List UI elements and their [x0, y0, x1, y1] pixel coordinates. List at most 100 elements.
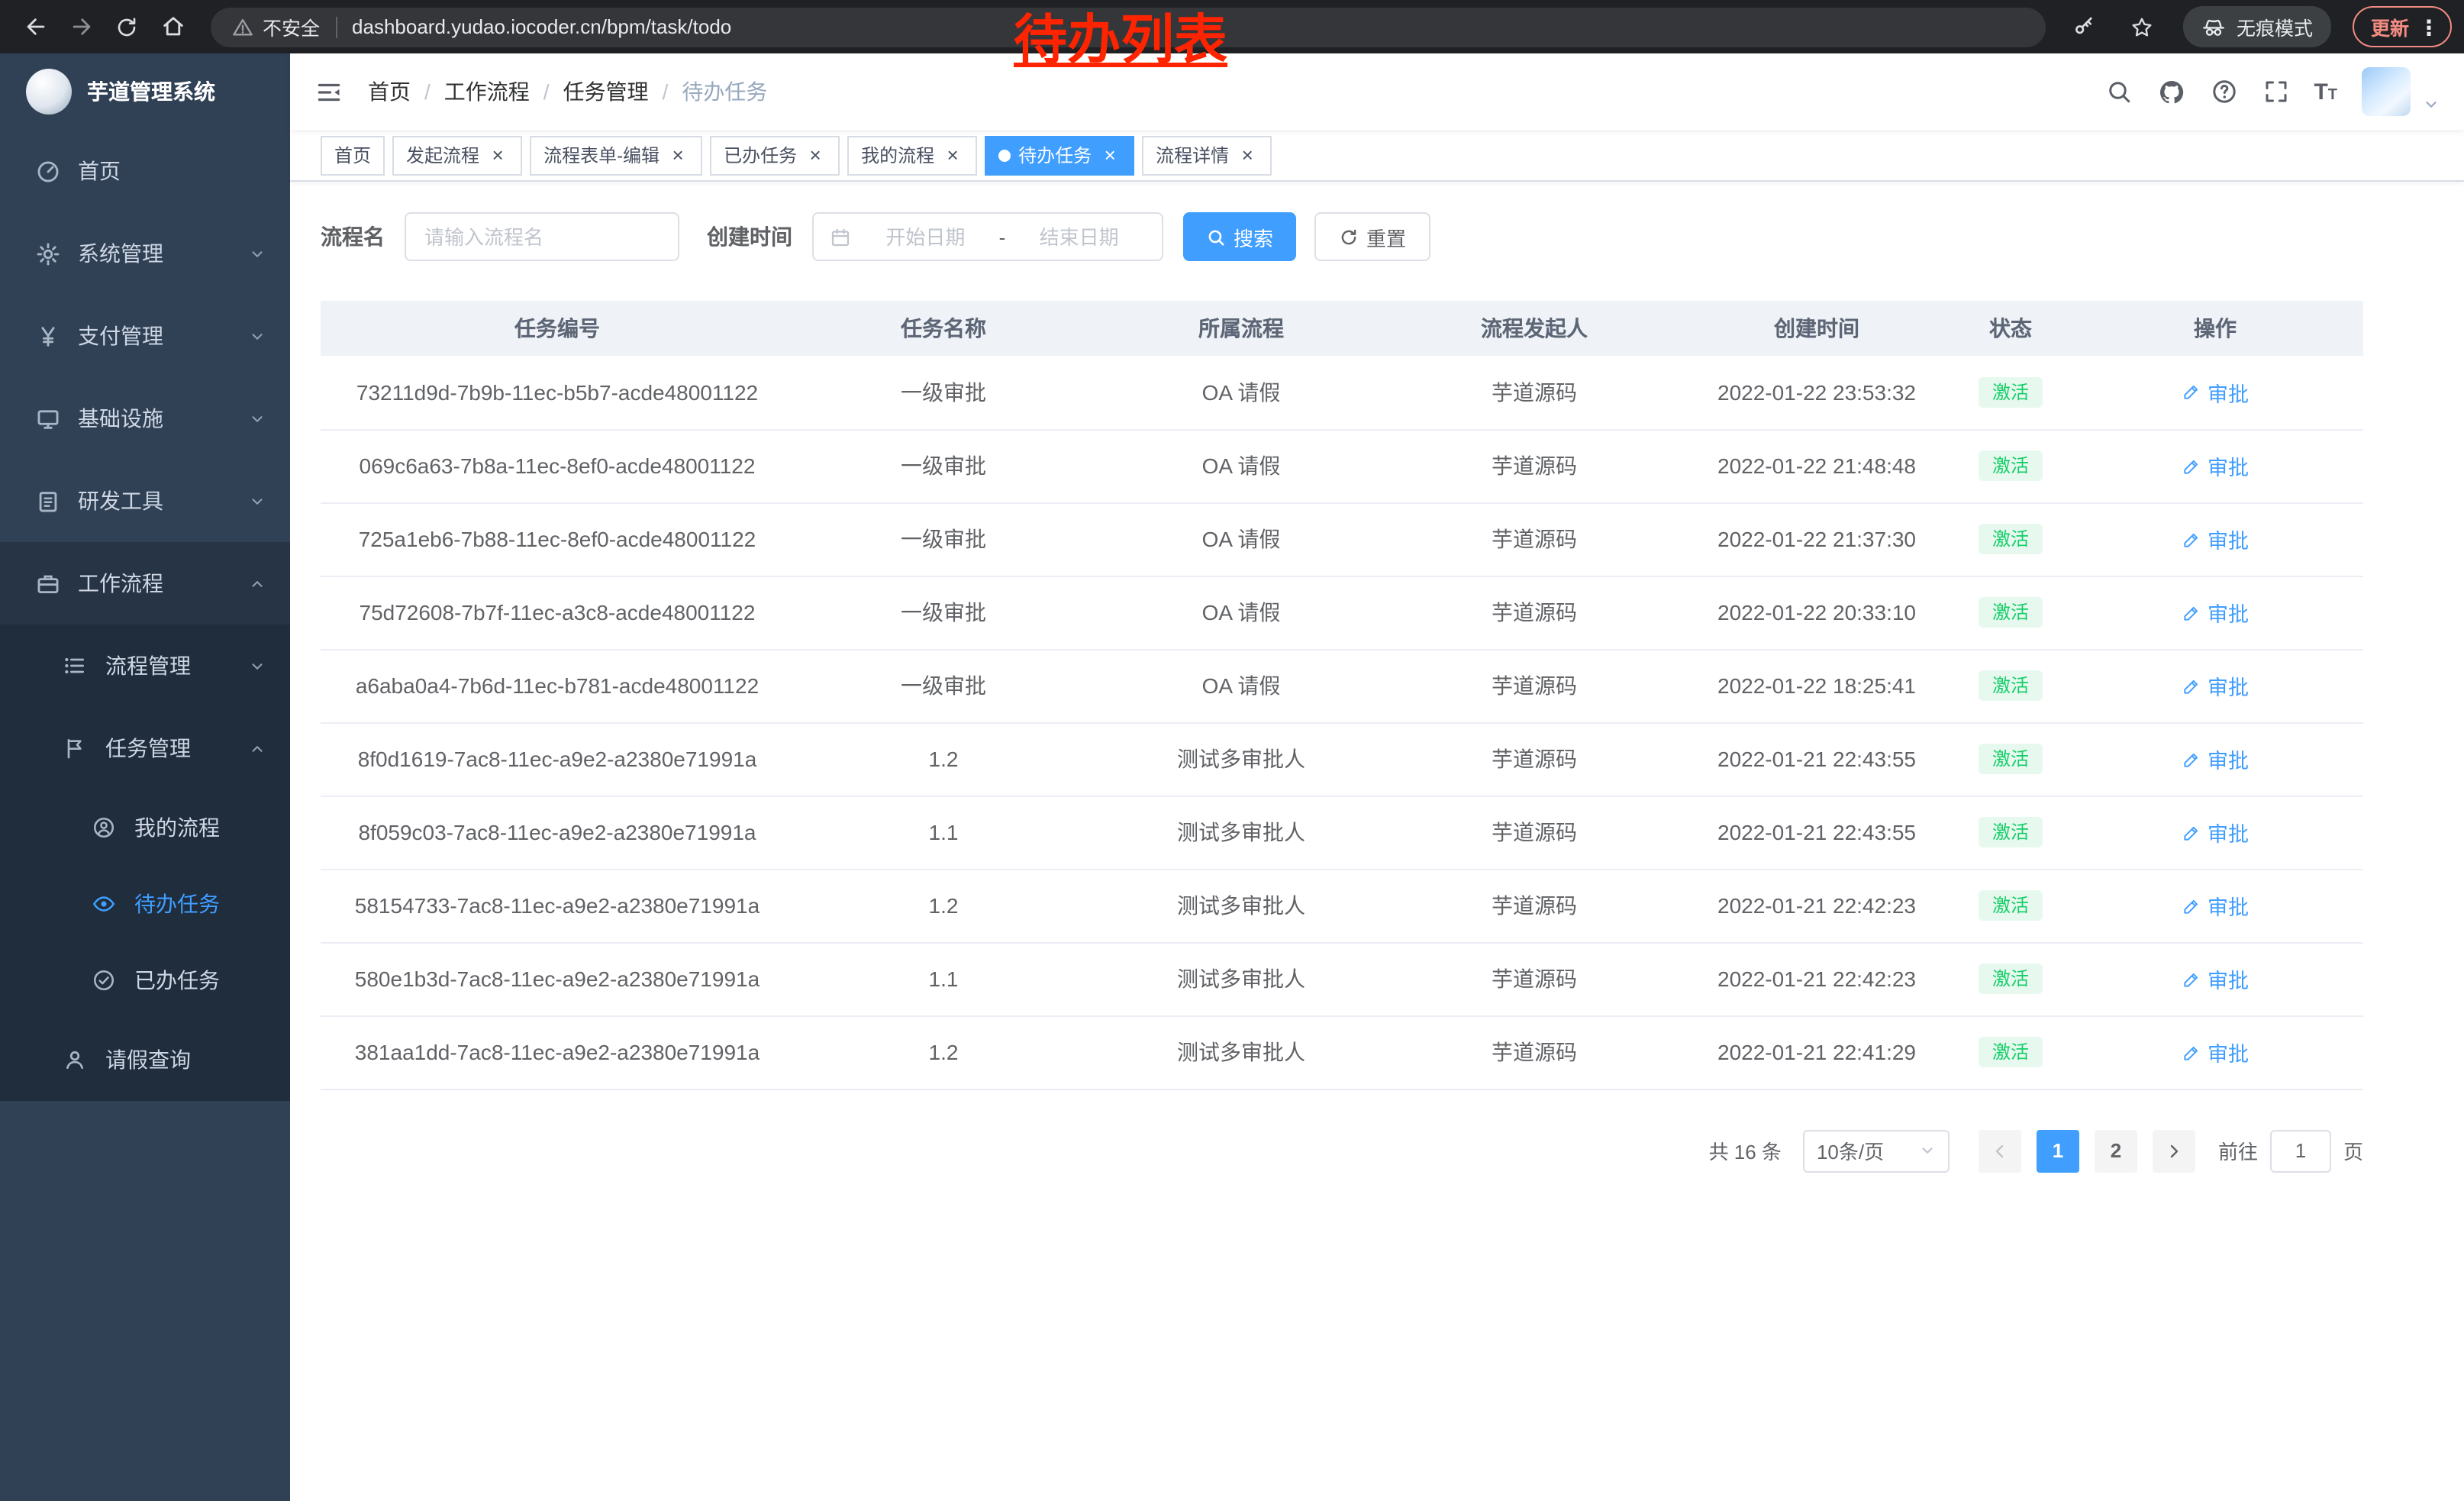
prev-page-button[interactable]	[1979, 1129, 2021, 1172]
cell-initiator: 芋道源码	[1389, 502, 1679, 576]
github-icon[interactable]	[2156, 77, 2185, 106]
page-size-select[interactable]: 10条/页	[1803, 1129, 1950, 1172]
sidebar-item-home[interactable]: 首页	[0, 130, 290, 212]
cell-created-time: 2022-01-22 21:37:30	[1679, 502, 1954, 576]
close-icon[interactable]: ×	[487, 144, 508, 166]
sidebar-item-leave-query[interactable]: 请假查询	[0, 1018, 290, 1101]
dashboard-icon	[31, 158, 64, 184]
page-buttons: 12	[2029, 1129, 2145, 1172]
create-time-range-picker[interactable]: -	[812, 212, 1163, 261]
tab-home[interactable]: 首页	[321, 135, 385, 175]
search-button[interactable]: 搜索	[1183, 212, 1296, 261]
calendar-icon	[829, 225, 852, 248]
cell-process: 测试多审批人	[1093, 796, 1389, 869]
sidebar-item-devtools[interactable]: 研发工具	[0, 460, 290, 542]
font-size-icon[interactable]: TT	[2314, 80, 2337, 103]
status-badge: 激活	[1979, 670, 2043, 701]
table-header-row: 任务编号任务名称所属流程流程发起人创建时间状态操作	[321, 301, 2363, 356]
approve-link[interactable]: 审批	[2182, 744, 2249, 774]
approve-link[interactable]: 审批	[2182, 890, 2249, 921]
approve-link[interactable]: 审批	[2182, 450, 2249, 481]
close-icon[interactable]: ×	[942, 144, 963, 166]
tab-todo-tasks[interactable]: 待办任务×	[985, 135, 1134, 175]
approve-link[interactable]: 审批	[2182, 597, 2249, 628]
chevron-down-icon	[249, 657, 266, 674]
next-page-button[interactable]	[2153, 1129, 2195, 1172]
bookmark-star-icon[interactable]	[2119, 4, 2165, 50]
goto-page-input[interactable]	[2270, 1129, 2331, 1172]
column-header: 所属流程	[1093, 301, 1389, 356]
cell-task-id: 73211d9d-7b9b-11ec-b5b7-acde48001122	[321, 356, 794, 429]
tab-my-process[interactable]: 我的流程×	[847, 135, 977, 175]
tags-view: 首页发起流程×流程表单-编辑×已办任务×我的流程×待办任务×流程详情×	[290, 130, 2464, 182]
sidebar-item-done-tasks[interactable]: 已办任务	[0, 942, 290, 1018]
approve-link[interactable]: 审批	[2182, 817, 2249, 847]
sidebar-item-task-management[interactable]: 任务管理	[0, 707, 290, 789]
close-icon[interactable]: ×	[1237, 144, 1258, 166]
sidebar-toggle-icon[interactable]	[314, 77, 343, 106]
close-icon[interactable]: ×	[1099, 144, 1121, 166]
approve-link[interactable]: 审批	[2182, 670, 2249, 701]
approve-link[interactable]: 审批	[2182, 524, 2249, 554]
cell-task-name: 1.2	[794, 869, 1093, 942]
sidebar-item-label: 任务管理	[105, 733, 191, 763]
close-icon[interactable]: ×	[805, 144, 826, 166]
page-button-1[interactable]: 1	[2037, 1129, 2079, 1172]
tab-start-process[interactable]: 发起流程 ×	[392, 135, 522, 175]
sidebar-item-system[interactable]: 系统管理	[0, 212, 290, 295]
sidebar-item-workflow[interactable]: 工作流程	[0, 542, 290, 625]
tab-label: 发起流程	[406, 142, 479, 168]
tab-done-tasks[interactable]: 已办任务×	[710, 135, 840, 175]
chevron-down-icon	[249, 492, 266, 509]
process-name-input[interactable]	[405, 212, 679, 261]
tab-process-detail[interactable]: 流程详情×	[1142, 135, 1272, 175]
page-button-2[interactable]: 2	[2095, 1129, 2137, 1172]
breadcrumb-item-workflow[interactable]: 工作流程	[444, 76, 530, 107]
breadcrumb-item-home[interactable]: 首页	[368, 76, 411, 107]
active-tab-dot	[998, 149, 1011, 161]
pen-icon	[2182, 383, 2201, 402]
chevron-down-icon	[249, 328, 266, 344]
search-icon[interactable]	[2104, 78, 2132, 105]
sidebar-item-label: 待办任务	[134, 889, 220, 919]
table-body: 73211d9d-7b9b-11ec-b5b7-acde48001122一级审批…	[321, 356, 2363, 1089]
cell-task-name: 一级审批	[794, 576, 1093, 649]
tab-form-edit[interactable]: 流程表单-编辑×	[530, 135, 702, 175]
cell-initiator: 芋道源码	[1389, 649, 1679, 722]
sidebar-item-my-process[interactable]: 我的流程	[0, 789, 290, 866]
home-button[interactable]	[150, 4, 195, 50]
avatar[interactable]	[2362, 67, 2411, 116]
end-date-input[interactable]	[1011, 225, 1147, 248]
sidebar-item-todo-tasks[interactable]: 待办任务	[0, 866, 290, 942]
reset-button[interactable]: 重置	[1314, 212, 1430, 261]
app-logo: 芋道管理系统	[0, 53, 290, 130]
back-button[interactable]	[12, 4, 58, 50]
chevron-down-icon	[1919, 1142, 1936, 1159]
help-icon[interactable]	[2210, 78, 2237, 105]
update-button[interactable]: 更新 ⋮	[2353, 6, 2452, 47]
avatar-caret-icon[interactable]	[2423, 95, 2440, 112]
forward-button[interactable]	[58, 4, 104, 50]
navbar: 首页/ 工作流程/ 任务管理/ 待办任务 TT	[290, 53, 2464, 130]
breadcrumb-item-task-management[interactable]: 任务管理	[563, 76, 649, 107]
password-key-icon[interactable]	[2061, 4, 2107, 50]
kebab-menu-icon[interactable]: ⋮	[2418, 16, 2440, 37]
security-label: 不安全	[263, 12, 320, 41]
sidebar-item-payment[interactable]: 支付管理	[0, 295, 290, 377]
refresh-button[interactable]	[104, 4, 150, 50]
close-icon[interactable]: ×	[667, 144, 689, 166]
table-row: 8f059c03-7ac8-11ec-a9e2-a2380e71991a1.1测…	[321, 796, 2363, 869]
approve-link[interactable]: 审批	[2182, 1037, 2249, 1067]
cell-task-name: 一级审批	[794, 356, 1093, 429]
cell-status: 激活	[1954, 649, 2067, 722]
sidebar-item-infrastructure[interactable]: 基础设施	[0, 377, 290, 460]
cell-action: 审批	[2067, 649, 2363, 722]
start-date-input[interactable]	[858, 225, 993, 248]
sidebar-item-process-management[interactable]: 流程管理	[0, 625, 290, 707]
list-icon	[58, 654, 92, 678]
fullscreen-icon[interactable]	[2262, 78, 2289, 105]
address-bar[interactable]: 不安全 dashboard.yudao.iocoder.cn/bpm/task/…	[211, 7, 2046, 47]
approve-link[interactable]: 审批	[2182, 964, 2249, 994]
approve-link[interactable]: 审批	[2182, 377, 2249, 408]
cell-process: OA 请假	[1093, 576, 1389, 649]
